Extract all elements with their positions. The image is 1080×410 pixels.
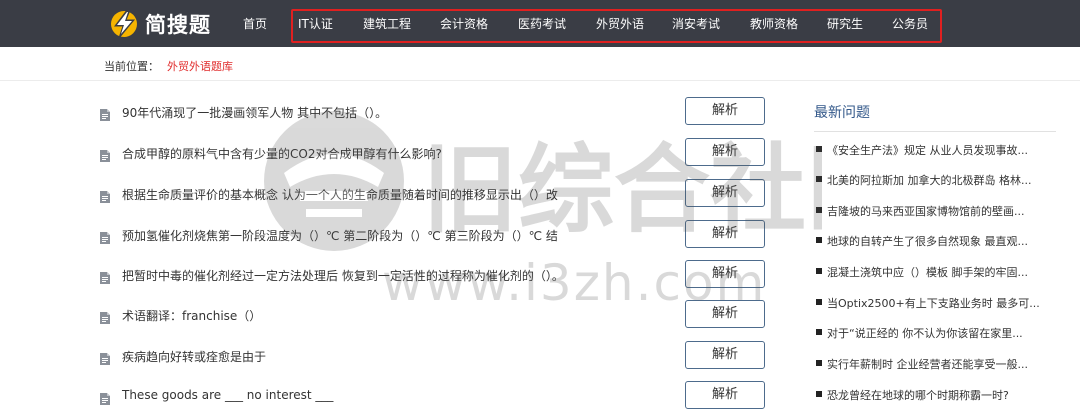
analysis-button[interactable]: 解析 (685, 220, 765, 248)
question-text[interactable]: 合成甲醇的原料气中含有少量的CO2对合成甲醇有什么影响? (122, 145, 442, 162)
bullet-icon (816, 176, 822, 182)
bullet-icon (816, 391, 822, 397)
sidebar-item[interactable]: 吉隆坡的马来西亚国家博物馆前的壁画... (814, 201, 1056, 221)
document-icon (100, 390, 110, 405)
analysis-button[interactable]: 解析 (685, 97, 765, 125)
document-icon (100, 188, 110, 203)
divider (0, 80, 1080, 81)
question-row: 疾病趋向好转或痊愈是由于 解析 (100, 340, 770, 370)
sidebar-item[interactable]: 恐龙曾经在地球的哪个时期称霸一时? (814, 385, 1056, 405)
nav-item-home[interactable]: 首页 (243, 15, 267, 33)
sidebar-item-label: 恐龙曾经在地球的哪个时期称霸一时? (827, 389, 1009, 402)
bullet-icon (816, 299, 822, 305)
analysis-button[interactable]: 解析 (685, 300, 765, 328)
sidebar-item-label: 实行年薪制时 企业经营者还能享受一般... (827, 358, 1028, 371)
sidebar-divider (814, 131, 1056, 132)
sidebar-item[interactable]: 当Optix2500+有上下支路业务时 最多可... (814, 293, 1056, 313)
sidebar-item-label: 北美的阿拉斯加 加拿大的北极群岛 格林... (827, 174, 1032, 187)
document-icon (100, 309, 110, 324)
bullet-icon (816, 329, 822, 335)
sidebar-item[interactable]: 《安全生产法》规定 从业人员发现事故... (814, 140, 1056, 160)
sidebar-item-label: 《安全生产法》规定 从业人员发现事故... (827, 144, 1028, 157)
top-navigation-bar: 简搜题 首页 IT认证 建筑工程 会计资格 医药考试 外贸外语 消安考试 教师资… (0, 0, 1080, 47)
breadcrumb-current[interactable]: 外贸外语题库 (167, 60, 233, 73)
sidebar-item[interactable]: 对于“说正经的 你不认为你该留在家里... (814, 323, 1056, 343)
site-logo[interactable]: 简搜题 (107, 7, 211, 41)
sidebar-item[interactable]: 实行年薪制时 企业经营者还能享受一般... (814, 354, 1056, 374)
question-row: 术语翻译：franchise（） 解析 (100, 299, 770, 329)
sidebar-item-label: 对于“说正经的 你不认为你该留在家里... (827, 327, 1023, 340)
sidebar-item[interactable]: 北美的阿拉斯加 加拿大的北极群岛 格林... (814, 170, 1056, 190)
bullet-icon (816, 207, 822, 213)
bullet-icon (816, 268, 822, 274)
analysis-button[interactable]: 解析 (685, 179, 765, 207)
sidebar-item-label: 地球的自转产生了很多自然现象 最直观... (827, 235, 1028, 248)
analysis-button[interactable]: 解析 (685, 381, 765, 409)
question-row: 预加氢催化剂烧焦第一阶段温度为（）℃ 第二阶段为（）℃ 第三阶段为（）℃ 结 解… (100, 219, 770, 249)
analysis-button[interactable]: 解析 (685, 341, 765, 369)
question-row: 合成甲醇的原料气中含有少量的CO2对合成甲醇有什么影响? 解析 (100, 137, 770, 167)
sidebar-item-label: 混凝土浇筑中应（）模板 脚手架的牢固... (827, 266, 1028, 279)
question-text[interactable]: 根据生命质量评价的基本概念 认为一个人的生命质量随着时间的推移显示出（）改 (122, 186, 558, 203)
sidebar-item-label: 当Optix2500+有上下支路业务时 最多可... (827, 297, 1040, 310)
analysis-button[interactable]: 解析 (685, 138, 765, 166)
question-text[interactable]: 90年代涌现了一批漫画领军人物 其中不包括（）。 (122, 104, 387, 121)
question-row: 把暂时中毒的催化剂经过一定方法处理后 恢复到一定活性的过程称为催化剂的（）。 解… (100, 259, 770, 289)
question-row: These goods are ___ no interest ___ 解析 (100, 380, 770, 410)
question-text[interactable]: 术语翻译：franchise（） (122, 307, 261, 324)
question-text[interactable]: 把暂时中毒的催化剂经过一定方法处理后 恢复到一定活性的过程称为催化剂的（）。 (122, 267, 564, 284)
sidebar-title: 最新问题 (814, 105, 870, 121)
breadcrumb: 当前位置： 外贸外语题库 (104, 58, 233, 74)
sidebar-item-label: 吉隆坡的马来西亚国家博物馆前的壁画... (827, 205, 1025, 218)
analysis-button[interactable]: 解析 (685, 260, 765, 288)
document-icon (100, 269, 110, 284)
question-row: 根据生命质量评价的基本概念 认为一个人的生命质量随着时间的推移显示出（）改 解析 (100, 178, 770, 208)
bullet-icon (816, 146, 822, 152)
nav-highlight-box (291, 9, 942, 43)
bullet-icon (816, 360, 822, 366)
latest-questions-panel: 最新问题 《安全生产法》规定 从业人员发现事故... 北美的阿拉斯加 加拿大的北… (814, 100, 1056, 402)
sidebar-item[interactable]: 地球的自转产生了很多自然现象 最直观... (814, 231, 1056, 251)
sidebar-item[interactable]: 混凝土浇筑中应（）模板 脚手架的牢固... (814, 262, 1056, 282)
document-icon (100, 229, 110, 244)
brand-name: 简搜题 (145, 13, 211, 37)
bullet-icon (816, 237, 822, 243)
question-text[interactable]: 疾病趋向好转或痊愈是由于 (122, 348, 266, 365)
document-icon (100, 350, 110, 365)
question-row: 90年代涌现了一批漫画领军人物 其中不包括（）。 解析 (100, 96, 770, 126)
document-icon (100, 106, 110, 121)
breadcrumb-label: 当前位置： (104, 60, 159, 73)
question-text[interactable]: These goods are ___ no interest ___ (122, 388, 333, 402)
logo-lightning-icon (107, 7, 143, 41)
question-text[interactable]: 预加氢催化剂烧焦第一阶段温度为（）℃ 第二阶段为（）℃ 第三阶段为（）℃ 结 (122, 227, 558, 244)
document-icon (100, 147, 110, 162)
